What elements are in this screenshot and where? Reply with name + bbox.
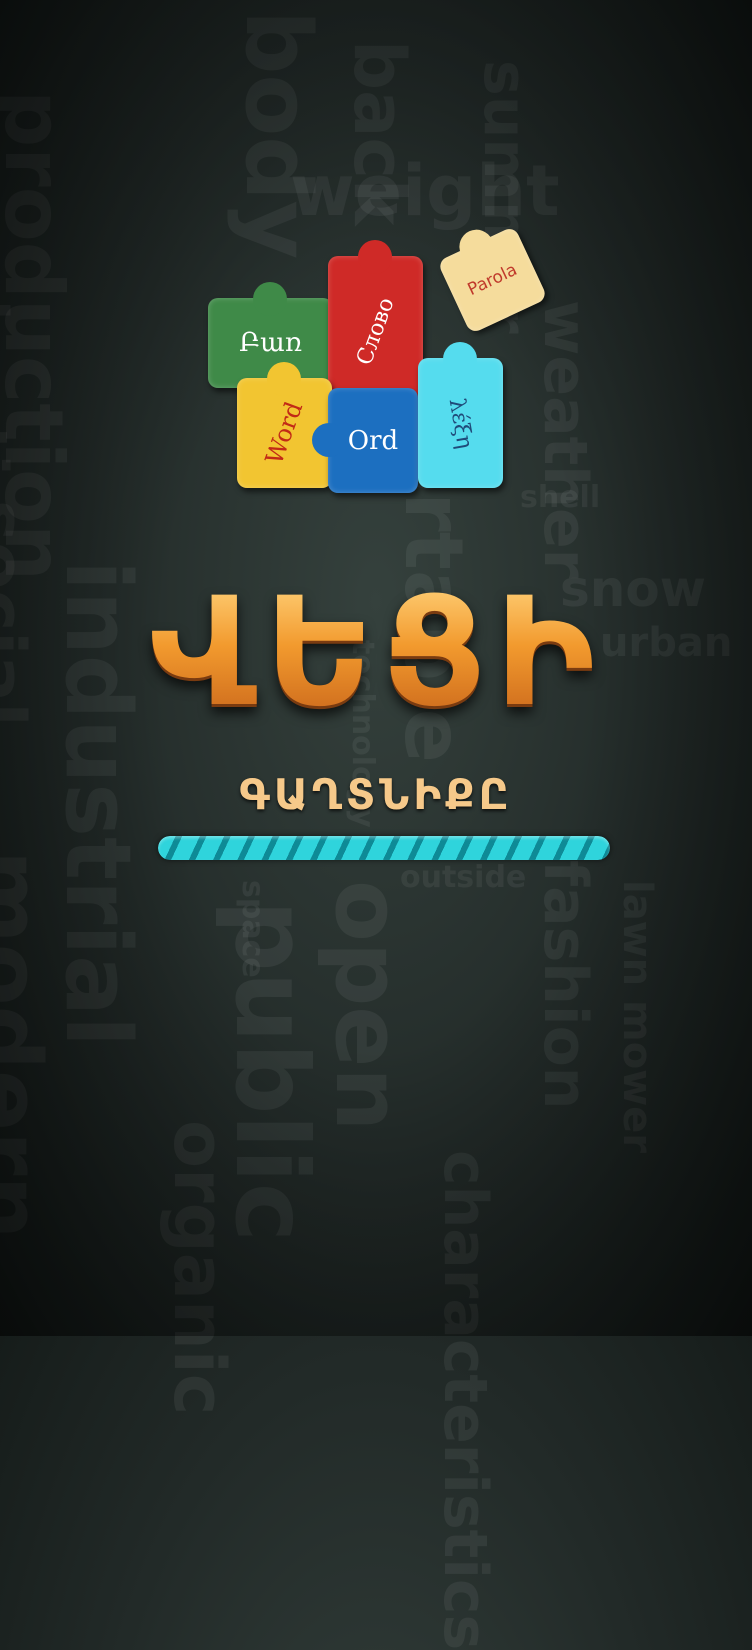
puzzle-piece-red: Слово	[328, 240, 423, 406]
loading-progress-bar	[158, 836, 610, 860]
background-word: fashion	[530, 860, 600, 1110]
background-word: open	[315, 880, 420, 1132]
loading-progress-fill	[158, 836, 610, 860]
background-word: modern	[0, 850, 60, 1240]
puzzle-piece-cream: Parola	[437, 224, 548, 335]
puzzle-label-bar: Բառ	[239, 328, 302, 358]
background-word: haptic	[0, 300, 20, 511]
puzzle-label-slovo: Слово	[351, 293, 400, 369]
puzzle-label-parola: Parola	[464, 259, 521, 301]
background-word: lawn mower	[614, 880, 660, 1154]
game-subtitle: ԳԱՂՏՆԻՔԸ	[239, 770, 513, 819]
puzzle-label-ord: Ord	[347, 425, 399, 456]
background-word: characteristics	[430, 1150, 500, 1650]
puzzle-label-lexi: λέξη	[443, 395, 478, 451]
background-word: weight	[290, 150, 560, 232]
puzzle-label-word: Word	[260, 397, 309, 469]
puzzle-piece-cyan: λέξη	[418, 342, 503, 488]
background-word: organic	[158, 1120, 240, 1416]
puzzle-logo: Բառ Слово Parola Word Ord λέξη	[200, 224, 550, 498]
puzzle-piece-blue: Ord	[312, 388, 418, 493]
background-word: space	[235, 880, 270, 978]
background-word: outside	[400, 860, 527, 895]
game-title: ՎԵՑԻ	[0, 578, 752, 728]
